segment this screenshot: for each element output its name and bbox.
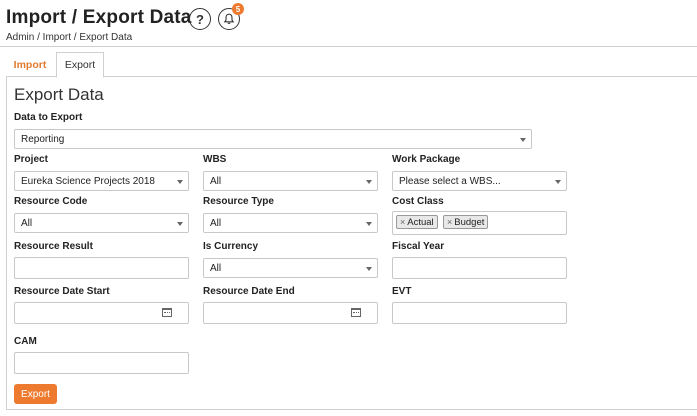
header-divider bbox=[0, 46, 697, 47]
is-currency-select[interactable]: All bbox=[203, 258, 378, 278]
tab-export[interactable]: Export bbox=[56, 52, 104, 78]
fiscal-year-label: Fiscal Year bbox=[392, 241, 445, 252]
cost-class-tag-label: Actual bbox=[407, 216, 434, 228]
chevron-down-icon bbox=[520, 138, 526, 142]
work-package-label: Work Package bbox=[392, 154, 461, 165]
resource-date-end-label: Resource Date End bbox=[203, 286, 295, 297]
resource-type-label: Resource Type bbox=[203, 196, 274, 207]
resource-result-label: Resource Result bbox=[14, 241, 93, 252]
chevron-down-icon bbox=[366, 267, 372, 271]
resource-date-end-input[interactable] bbox=[203, 302, 378, 324]
calendar-icon[interactable] bbox=[351, 308, 361, 317]
is-currency-label: Is Currency bbox=[203, 241, 259, 252]
close-icon[interactable]: × bbox=[400, 217, 405, 227]
resource-date-start-input[interactable] bbox=[14, 302, 189, 324]
wbs-value: All bbox=[210, 175, 222, 187]
chevron-down-icon bbox=[177, 180, 183, 184]
chevron-down-icon bbox=[177, 222, 183, 226]
cam-input[interactable] bbox=[14, 352, 189, 374]
fiscal-year-input[interactable] bbox=[392, 257, 567, 279]
wbs-select[interactable]: All bbox=[203, 171, 378, 191]
data-to-export-value: Reporting bbox=[21, 133, 65, 145]
tab-bar: Import Export bbox=[6, 52, 697, 78]
data-to-export-select[interactable]: Reporting bbox=[14, 129, 532, 149]
page-header: Import / Export Data Admin / Import / Ex… bbox=[6, 3, 686, 45]
evt-input[interactable] bbox=[392, 302, 567, 324]
work-package-value: Please select a WBS... bbox=[399, 175, 501, 187]
work-package-select[interactable]: Please select a WBS... bbox=[392, 171, 567, 191]
resource-type-select[interactable]: All bbox=[203, 213, 378, 233]
data-to-export-label: Data to Export bbox=[14, 112, 83, 123]
chevron-down-icon bbox=[366, 222, 372, 226]
resource-code-value: All bbox=[21, 217, 33, 229]
export-panel: Export Data Data to Export Reporting Pro… bbox=[6, 77, 697, 410]
tab-import[interactable]: Import bbox=[6, 52, 54, 77]
resource-code-select[interactable]: All bbox=[14, 213, 189, 233]
is-currency-value: All bbox=[210, 262, 222, 274]
cost-class-multiselect[interactable]: × Actual × Budget bbox=[392, 211, 567, 235]
help-button[interactable]: ? bbox=[189, 8, 211, 30]
page-title: Import / Export Data bbox=[6, 7, 192, 28]
cam-label: CAM bbox=[14, 336, 37, 347]
export-button[interactable]: Export bbox=[14, 384, 57, 404]
project-select[interactable]: Eureka Science Projects 2018 bbox=[14, 171, 189, 191]
cost-class-tag: × Actual bbox=[396, 215, 438, 229]
project-label: Project bbox=[14, 154, 48, 165]
resource-type-value: All bbox=[210, 217, 222, 229]
evt-label: EVT bbox=[392, 286, 412, 297]
resource-code-label: Resource Code bbox=[14, 196, 88, 207]
breadcrumb[interactable]: Admin / Import / Export Data bbox=[6, 32, 132, 43]
resource-date-start-label: Resource Date Start bbox=[14, 286, 110, 297]
chevron-down-icon bbox=[555, 180, 561, 184]
close-icon[interactable]: × bbox=[447, 217, 452, 227]
bell-icon bbox=[223, 13, 235, 25]
resource-result-input[interactable] bbox=[14, 257, 189, 279]
cost-class-label: Cost Class bbox=[392, 196, 444, 207]
chevron-down-icon bbox=[366, 180, 372, 184]
wbs-label: WBS bbox=[203, 154, 227, 165]
section-title: Export Data bbox=[14, 85, 104, 104]
help-icon: ? bbox=[196, 11, 204, 27]
cost-class-tag-label: Budget bbox=[454, 216, 485, 228]
notification-badge: 5 bbox=[232, 3, 244, 15]
cost-class-tag: × Budget bbox=[443, 215, 489, 229]
project-value: Eureka Science Projects 2018 bbox=[21, 175, 155, 187]
calendar-icon[interactable] bbox=[162, 308, 172, 317]
